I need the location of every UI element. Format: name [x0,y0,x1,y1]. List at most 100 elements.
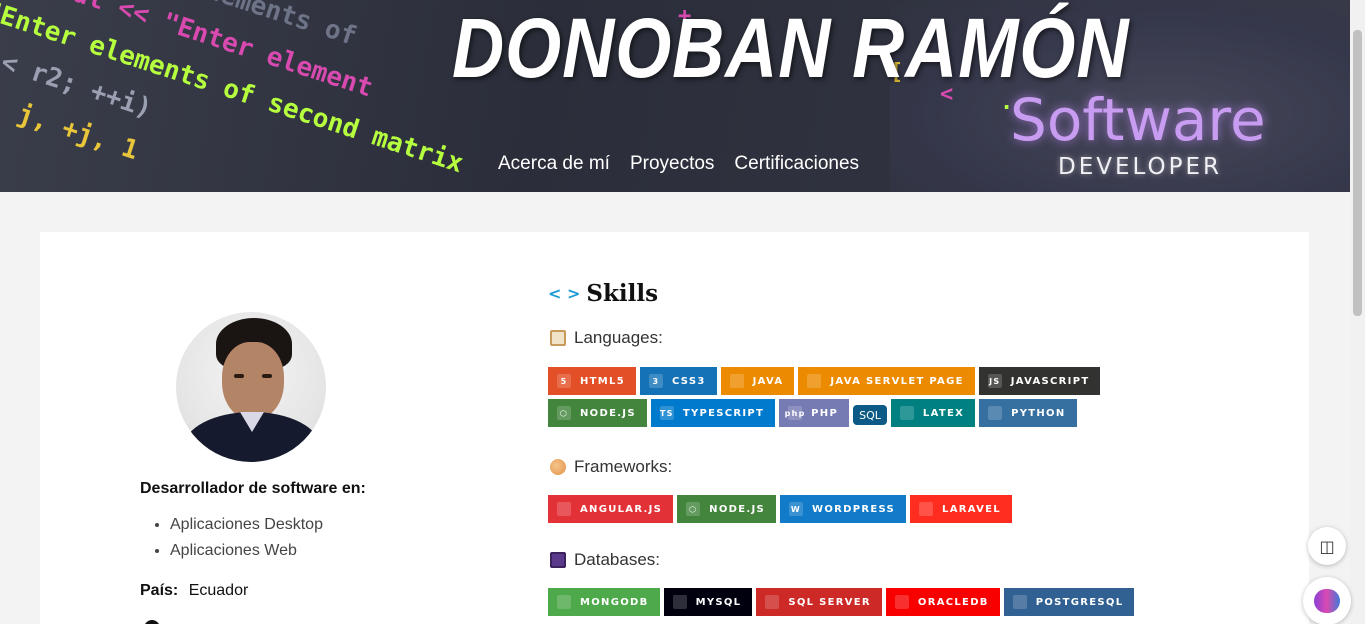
location-icon [144,620,160,624]
java-servlet-page-icon [807,374,822,388]
badge-sql[interactable]: SQL [853,405,887,425]
badge-angular-js[interactable]: ANGULAR.JS [548,495,674,523]
reader-button[interactable]: ◫ [1308,527,1346,565]
scrollbar-thumb[interactable] [1353,30,1362,316]
badge-label: POSTGRESQL [1035,596,1124,608]
list-item: Aplicaciones Desktop [170,516,323,534]
node-js-icon: ⬡ [686,502,701,516]
badge-label: ANGULAR.JS [580,503,663,515]
skills-heading: < > Skills [548,280,658,307]
app-list: Aplicaciones Desktop Aplicaciones Web [170,516,323,568]
badge-label: JAVA SERVLET PAGE [830,375,964,387]
languages-badges: 5 HTML5 3 CSS3 JAVA JAVA SERVLET PAGE JS JAVASC… [548,367,1198,427]
country-value: Ecuador [188,582,249,599]
badge-label: JAVASCRIPT [1010,375,1090,387]
databases-label: Databases: [574,550,660,569]
main-nav: Acerca de mí Proyectos Certificaciones [498,153,859,175]
page-scrollbar[interactable] [1350,0,1365,624]
css3-icon: 3 [648,374,663,388]
role-developer: DEVELOPER [1058,154,1222,180]
badge-label: MONGODB [580,596,649,608]
typescript-icon: TS [659,406,674,420]
badge-label: WORDPRESS [811,503,896,515]
badge-label: NODE.JS [580,407,636,419]
badge-oracledb[interactable]: ORACLEDB [885,588,1000,616]
skills-title: Skills [586,280,659,307]
javascript-icon: JS [987,374,1002,388]
frameworks-section-label: Frameworks: [550,457,672,477]
java-icon [729,374,744,388]
badge-node-js[interactable]: ⬡ NODE.JS [548,399,647,427]
assistant-button[interactable] [1303,577,1351,624]
html5-icon: 5 [557,374,571,388]
node-js-icon: ⬡ [557,406,571,420]
badge-label: PHP [811,407,839,419]
badge-sql-server[interactable]: SQL SERVER [756,588,882,616]
avatar [176,312,326,462]
badge-latex[interactable]: LATEX [890,399,976,427]
badge-mongodb[interactable]: MONGODB [548,588,660,616]
databases-badges: MONGODB MYSQL SQL SERVER ORACLEDB POSTGRESQL [548,588,1198,616]
databases-section-label: Databases: [550,550,660,570]
book-icon: ◫ [1319,536,1335,556]
angular-js-icon [557,502,571,516]
badge-typescript[interactable]: TS TYPESCRIPT [650,399,776,427]
php-icon: php [785,406,804,420]
content-card: Desarrollador de software en: Aplicacion… [40,232,1309,624]
frameworks-badges: ANGULAR.JS ⬡ NODE.JS W WORDPRESS LARAVEL [548,495,1198,523]
nav-certifications[interactable]: Certificaciones [734,153,859,175]
avatar-eye [262,374,272,378]
role-software: Software [1010,86,1266,154]
badge-label: MYSQL [695,596,742,608]
oracledb-icon [894,595,909,609]
badge-label: HTML5 [580,375,625,387]
developer-title: Desarrollador de software en: [140,480,366,497]
header-banner: // Starting elements of << endl << "Ente… [0,0,1350,192]
badge-java[interactable]: JAVA [720,367,795,395]
frameworks-label: Frameworks: [574,457,673,476]
badge-label: ORACLEDB [917,596,989,608]
code-icon: < > [548,284,581,303]
badge-label: SQL SERVER [788,596,871,608]
badge-label: NODE.JS [709,503,765,515]
palette-icon [550,459,566,475]
floppy-disk-icon [550,552,566,568]
brain-icon [1314,589,1340,613]
laravel-icon [919,502,934,516]
badge-label: CSS3 [671,375,706,387]
badge-label: LATEX [922,407,965,419]
badge-css3[interactable]: 3 CSS3 [639,367,717,395]
badge-wordpress[interactable]: W WORDPRESS [779,495,907,523]
badge-label: JAVA [752,375,784,387]
nav-projects[interactable]: Proyectos [630,153,714,175]
wordpress-icon: W [788,502,803,516]
badge-label: LARAVEL [942,503,1001,515]
badge-html5[interactable]: 5 HTML5 [548,367,636,395]
avatar-eye [234,374,244,378]
badge-mysql[interactable]: MYSQL [663,588,753,616]
code-background: // Starting elements of << endl << "Ente… [0,0,514,192]
site-title: DONOBAN RAMÓN [452,1,1130,95]
badge-javascript[interactable]: JS JAVASCRIPT [978,367,1101,395]
badge-label: SQL [859,408,881,422]
country-label: País: [140,582,179,599]
badge-postgresql[interactable]: POSTGRESQL [1003,588,1135,616]
clipboard-icon [550,330,566,346]
languages-label: Languages: [574,328,663,347]
python-icon [988,406,1003,420]
badge-node-js[interactable]: ⬡ NODE.JS [677,495,776,523]
list-item: Aplicaciones Web [170,542,323,560]
badge-laravel[interactable]: LARAVEL [910,495,1012,523]
badge-python[interactable]: PYTHON [979,399,1077,427]
mysql-icon [672,595,687,609]
badge-php[interactable]: php PHP [779,399,850,427]
badge-java-servlet-page[interactable]: JAVA SERVLET PAGE [798,367,975,395]
latex-icon [899,406,914,420]
avatar-face [222,342,284,420]
nav-about[interactable]: Acerca de mí [498,153,610,175]
languages-section-label: Languages: [550,328,663,348]
sql-server-icon [765,595,780,609]
badge-label: TYPESCRIPT [682,407,765,419]
country-row: País: Ecuador [140,582,248,600]
mongodb-icon [557,595,571,609]
